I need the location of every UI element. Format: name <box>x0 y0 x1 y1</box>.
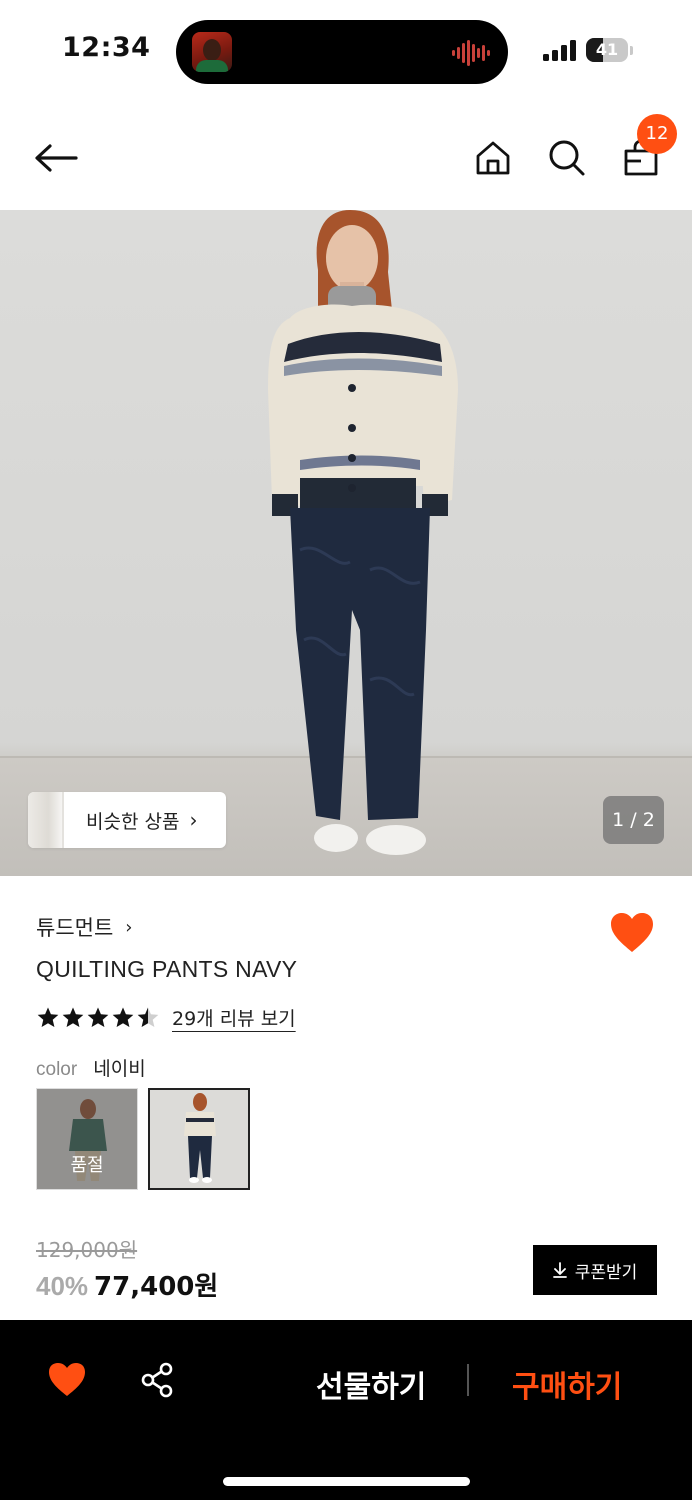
brand-name: 튜드먼트 <box>36 916 114 940</box>
soldout-label: 품절 <box>70 1155 104 1176</box>
color-value: 네이비 <box>93 1058 146 1080</box>
chevron-right-icon: › <box>189 808 198 832</box>
back-button[interactable] <box>32 134 80 182</box>
image-page-indicator: 1 / 2 <box>603 796 664 844</box>
wishlist-heart-icon[interactable] <box>48 1362 86 1398</box>
home-indicator[interactable] <box>223 1477 470 1486</box>
similar-products-button[interactable]: 비슷한 상품 › <box>28 792 226 848</box>
product-name: QUILTING PANTS NAVY <box>36 956 298 982</box>
chevron-right-icon: › <box>125 916 133 938</box>
color-swatch-soldout[interactable]: 품절 <box>36 1088 138 1190</box>
discount-rate: 40% <box>36 1271 89 1301</box>
now-playing-artwork <box>192 32 232 72</box>
battery-cap <box>630 46 633 55</box>
similar-products-label: 비슷한 상품 <box>86 810 180 833</box>
top-navigation <box>0 110 692 206</box>
dynamic-island[interactable] <box>176 20 508 84</box>
gift-button[interactable]: 선물하기 <box>316 1362 426 1406</box>
star-icon <box>37 1007 59 1027</box>
wishlist-heart-icon[interactable] <box>610 912 654 954</box>
arrow-left-icon <box>35 144 78 172</box>
search-button[interactable] <box>543 134 591 182</box>
star-rating <box>36 1006 160 1030</box>
star-icon <box>62 1007 84 1027</box>
star-icon <box>137 1007 159 1027</box>
coupon-download-button[interactable]: 쿠폰받기 <box>533 1245 657 1295</box>
search-icon <box>549 140 585 176</box>
home-icon <box>476 141 510 175</box>
rating-row: 29개 리뷰 보기 <box>36 1004 296 1031</box>
similar-products-thumbnail <box>28 792 64 848</box>
color-swatch-navy[interactable] <box>148 1088 250 1190</box>
cellular-signal-icon <box>543 40 576 61</box>
brand-link[interactable]: 튜드먼트 › <box>36 912 132 942</box>
review-link[interactable]: 29개 리뷰 보기 <box>172 1004 296 1031</box>
battery-level: 41 <box>595 40 619 59</box>
color-row: color 네이비 <box>36 1054 146 1081</box>
original-price: 129,000원 <box>36 1238 138 1262</box>
cart-count-badge: 12 <box>637 114 677 154</box>
coupon-label: 쿠폰받기 <box>574 1262 638 1283</box>
product-image-carousel[interactable]: 비슷한 상품 › 1 / 2 <box>0 210 692 876</box>
status-time: 12:34 <box>62 32 151 63</box>
home-button[interactable] <box>469 134 517 182</box>
status-bar: 12:34 41 <box>0 0 692 100</box>
swatch-navy-outfit-image <box>150 1090 248 1188</box>
color-label: color <box>36 1059 78 1080</box>
price-row: 40% 77,400원 <box>36 1266 218 1303</box>
battery-icon: 41 <box>586 38 628 62</box>
share-icon[interactable] <box>140 1362 174 1398</box>
star-icon <box>87 1007 109 1027</box>
star-icon <box>112 1007 134 1027</box>
buy-button[interactable]: 구매하기 <box>512 1362 622 1406</box>
download-icon <box>552 1262 567 1278</box>
audio-waveform-icon <box>452 40 490 66</box>
model-photo <box>268 210 458 855</box>
button-divider <box>467 1364 469 1396</box>
sale-price: 77,400원 <box>94 1272 219 1302</box>
bottom-action-bar: 선물하기 구매하기 <box>0 1320 692 1500</box>
